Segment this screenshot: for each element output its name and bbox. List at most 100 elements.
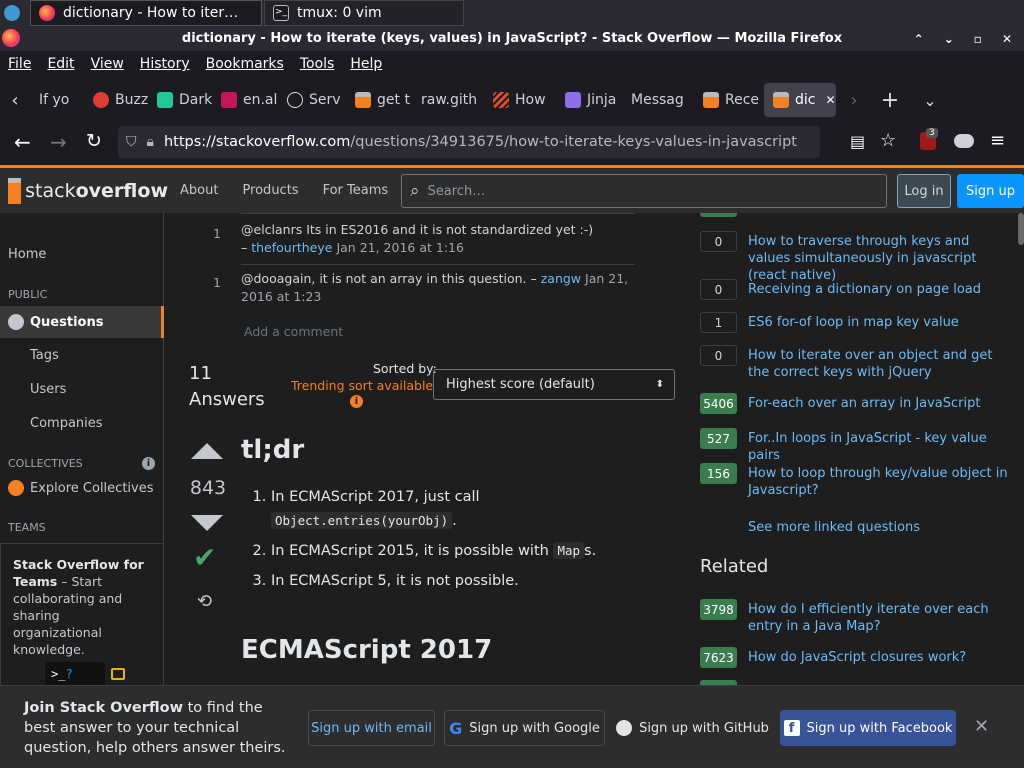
menu-bookmarks[interactable]: Bookmarks — [206, 56, 284, 72]
tab[interactable]: Buzz — [84, 83, 148, 117]
list-item: In ECMAScript 2017, just call Object.ent… — [271, 485, 611, 533]
see-more-linked-link[interactable]: See more linked questions — [748, 519, 1008, 536]
sidebar-item-explore-collectives[interactable]: Explore Collectives — [8, 480, 154, 496]
stackoverflow-icon — [773, 92, 789, 108]
nav-products[interactable]: Products — [230, 183, 310, 198]
tab[interactable]: How — [484, 83, 556, 117]
tab[interactable]: get t — [346, 83, 412, 117]
menu-edit[interactable]: Edit — [47, 56, 74, 72]
new-tab-icon[interactable]: + — [872, 88, 908, 113]
add-comment-link[interactable]: Add a comment — [244, 324, 343, 339]
close-icon[interactable]: ✕ — [1002, 32, 1012, 46]
so-logo[interactable]: stackoverflow — [8, 177, 168, 204]
sidebar-item-questions[interactable]: Questions — [0, 306, 164, 338]
linked-question-link[interactable]: For..In loops in JavaScript - key value … — [748, 430, 1008, 464]
os-tab-terminal[interactable]: >_ tmux: 0 vim — [264, 0, 464, 26]
menu-help[interactable]: Help — [350, 56, 382, 72]
signup-banner: Join Stack Overflow to find the best ans… — [0, 685, 1024, 768]
comment-author-link[interactable]: thefourtheye — [251, 240, 332, 255]
info-icon[interactable]: i — [142, 457, 155, 470]
tab[interactable]: If yo — [30, 83, 84, 117]
shield-icon[interactable]: ⛉ — [126, 134, 137, 150]
accepted-checkmark-icon: ✔ — [193, 541, 217, 574]
sort-select[interactable]: Highest score (default) ⬍ — [433, 369, 675, 400]
signup-github-button[interactable]: Sign up with GitHub — [613, 710, 772, 746]
reload-icon[interactable]: ↻ — [86, 130, 102, 152]
tab[interactable]: Dark — [148, 83, 212, 117]
tab-active[interactable]: dic ✕ — [764, 83, 836, 117]
tab[interactable]: raw.gith — [412, 83, 484, 117]
bookmark-star-icon[interactable]: ☆ — [880, 130, 896, 151]
jinja-icon — [565, 92, 581, 108]
nav-bar: ← → ↻ ⛉ 🔒︎ https://stackoverflow.com/que… — [0, 122, 1024, 162]
restore-icon[interactable]: ▫ — [974, 32, 982, 46]
reader-view-icon[interactable]: ▤ — [850, 132, 865, 151]
forward-icon[interactable]: → — [50, 130, 67, 154]
search-input[interactable]: ⌕ Search… — [401, 174, 887, 208]
url-text[interactable]: https://stackoverflow.com/questions/3491… — [164, 134, 797, 150]
lock-icon[interactable]: 🔒︎ — [147, 134, 154, 150]
signup-button[interactable]: Sign up — [957, 174, 1024, 208]
maximize-icon[interactable]: ⌄ — [944, 32, 954, 46]
downvote-icon[interactable] — [191, 515, 223, 531]
menu-file[interactable]: File — [8, 56, 31, 72]
linked-question-link[interactable]: Receiving a dictionary on page load — [748, 281, 1008, 298]
sidebar-item-tags[interactable]: Tags — [30, 348, 59, 363]
dark-icon — [157, 92, 173, 108]
tab[interactable]: Jinja — [556, 83, 622, 117]
sidebar-item-home[interactable]: Home — [8, 247, 46, 262]
signup-email-button[interactable]: Sign up with email — [308, 710, 435, 746]
search-icon: ⌕ — [410, 181, 420, 201]
left-sidebar: Home PUBLIC Questions Tags Users Compani… — [0, 213, 164, 685]
linked-question-link[interactable]: How to traverse through keys and values … — [748, 233, 1008, 284]
tab-scroll-right-icon[interactable]: › — [836, 90, 872, 111]
login-button[interactable]: Log in — [897, 174, 951, 208]
os-tab-firefox[interactable]: dictionary - How to iter… — [30, 0, 262, 26]
url-bar[interactable]: ⛉ 🔒︎ https://stackoverflow.com/questions… — [118, 126, 820, 158]
list-tabs-icon[interactable]: ⌄ — [908, 91, 952, 110]
sidebar-item-users[interactable]: Users — [30, 382, 66, 397]
minimize-icon[interactable]: ⌃ — [914, 32, 924, 46]
nav-for-teams[interactable]: For Teams — [311, 183, 401, 198]
related-question-link[interactable]: How do JavaScript closures work? — [748, 649, 1008, 666]
linked-question-link[interactable]: How to iterate over an object and get th… — [748, 347, 1008, 381]
hamburger-menu-icon[interactable]: ≡ — [990, 130, 1005, 151]
extension-icon[interactable] — [954, 134, 974, 148]
list-item: In ECMAScript 2015, it is possible with … — [271, 539, 611, 563]
teams-illustration-icon: >_? — [45, 662, 105, 685]
back-icon[interactable]: ← — [14, 130, 31, 154]
linked-question-link[interactable]: For-each over an array in JavaScript — [748, 395, 1008, 412]
score-badge — [700, 213, 737, 217]
menu-view[interactable]: View — [91, 56, 124, 72]
close-banner-icon[interactable]: ✕ — [974, 716, 989, 737]
sidebar-section-public: PUBLIC — [8, 288, 48, 301]
ublock-count: 3 — [926, 128, 938, 138]
tab-scroll-left-icon[interactable]: ‹ — [0, 90, 30, 111]
close-tab-icon[interactable]: ✕ — [825, 93, 835, 107]
info-icon[interactable]: i — [350, 395, 363, 408]
window-titlebar: dictionary - How to iterate (keys, value… — [0, 26, 1024, 51]
terminal-icon: >_ — [273, 5, 289, 21]
linked-question-link[interactable]: ES6 for-of loop in map key value — [748, 314, 1008, 331]
comment-author-link[interactable]: zangw — [541, 271, 581, 286]
signup-facebook-button[interactable]: f Sign up with Facebook — [780, 710, 956, 746]
nav-about[interactable]: About — [168, 183, 230, 198]
upvote-icon[interactable] — [191, 443, 223, 459]
firefox-icon — [39, 5, 55, 21]
menu-history[interactable]: History — [140, 56, 190, 72]
sidebar-item-companies[interactable]: Companies — [30, 416, 103, 431]
signup-google-button[interactable]: G Sign up with Google — [444, 710, 605, 746]
stackoverflow-icon — [355, 92, 371, 108]
trending-sort-link[interactable]: Trending sort available — [291, 378, 433, 393]
menu-tools[interactable]: Tools — [300, 56, 335, 72]
list-item: In ECMAScript 5, it is not possible. — [271, 569, 611, 593]
linked-question-link[interactable]: How to loop through key/value object in … — [748, 465, 1008, 499]
facebook-icon: f — [783, 720, 800, 736]
scrollbar-thumb[interactable] — [1018, 213, 1024, 245]
tab[interactable]: Rece — [694, 83, 764, 117]
tab[interactable]: en.al — [212, 83, 278, 117]
tab[interactable]: Messag — [622, 83, 694, 117]
related-question-link[interactable]: How do I efficiently iterate over each e… — [748, 601, 1008, 635]
tab[interactable]: Serv — [278, 83, 346, 117]
history-icon[interactable]: ⟲ — [197, 591, 212, 612]
